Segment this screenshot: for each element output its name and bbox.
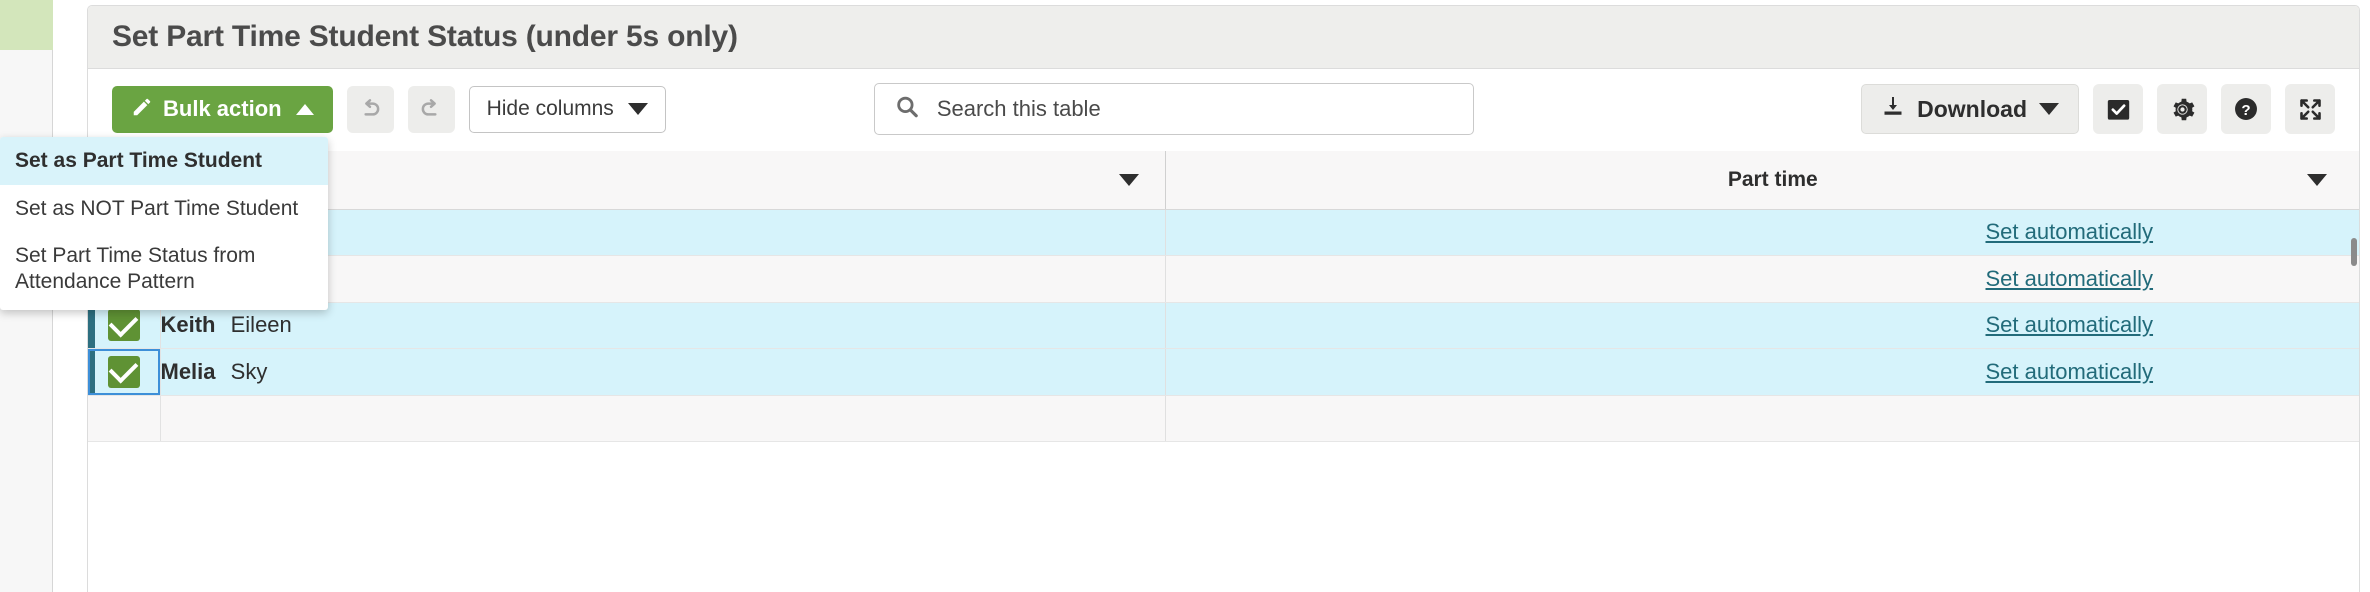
table-row[interactable]: Melia Sky Set automatically bbox=[88, 349, 2359, 396]
row-checkbox-cell[interactable] bbox=[88, 395, 160, 442]
table-header-row: Part time bbox=[88, 151, 2359, 209]
row-name-cell: Melia Sky bbox=[160, 349, 1165, 396]
chevron-down-icon[interactable] bbox=[1119, 174, 1139, 186]
left-rail-accent bbox=[0, 0, 53, 50]
table-card: Set Part Time Student Status (under 5s o… bbox=[87, 5, 2360, 592]
row-part-time-cell: Set automatically bbox=[1165, 209, 2359, 256]
row-part-time-cell: Set automatically bbox=[1165, 349, 2359, 396]
gear-icon bbox=[2169, 96, 2196, 123]
bulk-action-button[interactable]: Bulk action bbox=[112, 86, 333, 133]
svg-text:?: ? bbox=[2241, 102, 2250, 119]
checkbox-checked-icon bbox=[2105, 96, 2132, 123]
menu-item-set-from-attendance[interactable]: Set Part Time Status from Attendance Pat… bbox=[0, 232, 328, 305]
menu-item-set-not-part-time[interactable]: Set as NOT Part Time Student bbox=[0, 185, 328, 233]
fullscreen-button[interactable] bbox=[2285, 84, 2335, 134]
row-name-cell bbox=[160, 395, 1165, 442]
row-surname: Melia bbox=[161, 359, 216, 384]
row-forename: Eileen bbox=[231, 312, 292, 337]
undo-button[interactable] bbox=[347, 86, 394, 133]
undo-icon bbox=[357, 96, 383, 122]
table-row[interactable]: Keith Eileen Set automatically bbox=[88, 302, 2359, 349]
page-title: Set Part Time Student Status (under 5s o… bbox=[112, 20, 738, 54]
row-checkbox[interactable] bbox=[108, 356, 140, 388]
bulk-action-menu[interactable]: Set as Part Time Student Set as NOT Part… bbox=[0, 137, 328, 310]
help-circle-icon: ? bbox=[2232, 95, 2260, 123]
chevron-down-icon[interactable] bbox=[2307, 174, 2327, 186]
download-label: Download bbox=[1917, 96, 2027, 123]
bulk-action-label: Bulk action bbox=[163, 96, 282, 122]
hide-columns-label: Hide columns bbox=[487, 97, 614, 121]
search-container bbox=[874, 83, 1474, 135]
table-toolbar: Bulk action Hide columns bbox=[88, 69, 2359, 149]
settings-button[interactable] bbox=[2157, 84, 2207, 134]
row-forename: Sky bbox=[231, 359, 268, 384]
pencil-icon bbox=[131, 96, 153, 122]
help-button[interactable]: ? bbox=[2221, 84, 2271, 134]
row-selection-bar bbox=[88, 349, 95, 395]
hide-columns-button[interactable]: Hide columns bbox=[469, 86, 666, 133]
chevron-up-icon bbox=[296, 104, 314, 115]
table-body: Set automatically Jones Stevie bbox=[88, 209, 2359, 442]
set-automatically-link[interactable]: Set automatically bbox=[1986, 266, 2154, 291]
download-button[interactable]: Download bbox=[1861, 84, 2079, 134]
set-automatically-link[interactable]: Set automatically bbox=[1986, 219, 2154, 244]
table-scroll-region: Part time Set automatically bbox=[88, 151, 2359, 592]
vertical-scrollbar-thumb[interactable] bbox=[2351, 238, 2357, 266]
row-part-time-cell: Set automatically bbox=[1165, 302, 2359, 349]
chevron-down-icon bbox=[2039, 103, 2059, 115]
chevron-down-icon bbox=[628, 103, 648, 115]
redo-icon bbox=[418, 96, 444, 122]
row-part-time-cell bbox=[1165, 395, 2359, 442]
set-automatically-link[interactable]: Set automatically bbox=[1986, 359, 2154, 384]
table-row[interactable]: Set automatically bbox=[88, 209, 2359, 256]
set-automatically-link[interactable]: Set automatically bbox=[1986, 312, 2154, 337]
download-icon bbox=[1881, 94, 1905, 124]
table-row[interactable] bbox=[88, 395, 2359, 442]
students-table: Part time Set automatically bbox=[88, 151, 2359, 442]
toolbar-right-group: Download bbox=[1861, 84, 2335, 134]
menu-item-set-part-time[interactable]: Set as Part Time Student bbox=[0, 137, 328, 185]
row-surname: Keith bbox=[161, 312, 216, 337]
search-input[interactable] bbox=[874, 83, 1474, 135]
card-header: Set Part Time Student Status (under 5s o… bbox=[88, 6, 2359, 69]
app-root: Set Part Time Student Status (under 5s o… bbox=[0, 0, 2370, 592]
expand-arrows-icon bbox=[2297, 96, 2324, 123]
table-row[interactable]: Jones Stevie Set automatically bbox=[88, 256, 2359, 303]
column-header-part-time[interactable]: Part time bbox=[1165, 151, 2359, 209]
column-header-part-time-label: Part time bbox=[1707, 168, 1818, 191]
select-rows-button[interactable] bbox=[2093, 84, 2143, 134]
redo-button[interactable] bbox=[408, 86, 455, 133]
row-checkbox[interactable] bbox=[108, 309, 140, 341]
row-checkbox-cell[interactable] bbox=[88, 349, 160, 396]
row-part-time-cell: Set automatically bbox=[1165, 256, 2359, 303]
